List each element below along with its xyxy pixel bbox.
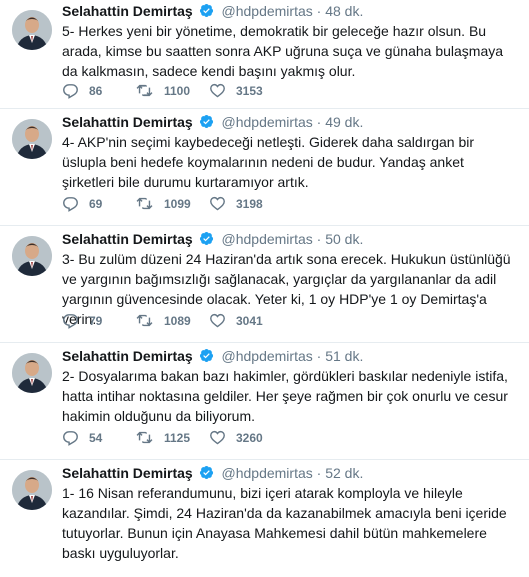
author-handle[interactable]: @hdpdemirtas xyxy=(222,465,313,481)
like-count: 3198 xyxy=(236,196,263,211)
tweet-header: Selahattin Demirtaş @hdpdemirtas · 52 dk… xyxy=(62,464,363,484)
separator-dot: · xyxy=(316,3,322,19)
retweet-button[interactable]: 1125 xyxy=(135,429,209,446)
retweet-icon xyxy=(136,431,153,444)
timestamp[interactable]: 51 dk. xyxy=(325,348,363,364)
tweet-text: 1- 16 Nisan referandumunu, bizi içeri at… xyxy=(62,485,507,561)
reply-count: 54 xyxy=(89,430,103,445)
tweet-item[interactable]: Selahattin Demirtaş @hdpdemirtas · 52 dk… xyxy=(0,460,529,577)
like-icon xyxy=(210,430,225,445)
timestamp[interactable]: 48 dk. xyxy=(325,3,363,19)
retweet-button[interactable]: 1100 xyxy=(135,82,209,99)
author-name[interactable]: Selahattin Demirtaş xyxy=(62,231,193,247)
reply-count: 86 xyxy=(89,83,103,98)
verified-badge-icon xyxy=(199,465,214,484)
like-button[interactable]: 3198 xyxy=(209,195,309,212)
tweet-item[interactable]: Selahattin Demirtaş @hdpdemirtas · 50 dk… xyxy=(0,226,529,343)
tweet-text: 5- Herkes yeni bir yönetime, demokratik … xyxy=(62,23,504,79)
separator-dot: · xyxy=(316,231,322,247)
like-icon xyxy=(210,196,225,211)
retweet-count: 1099 xyxy=(164,196,191,211)
reply-count: 69 xyxy=(89,196,103,211)
tweet-actions: 86 1100 3153 xyxy=(62,82,309,99)
retweet-icon xyxy=(136,84,153,97)
avatar[interactable] xyxy=(12,236,52,276)
reply-icon xyxy=(63,431,78,446)
tweet-timeline: Selahattin Demirtaş @hdpdemirtas · 48 dk… xyxy=(0,0,529,577)
timestamp[interactable]: 52 dk. xyxy=(325,465,363,481)
reply-button[interactable]: 79 xyxy=(62,312,135,329)
retweet-count: 1125 xyxy=(164,430,191,445)
separator-dot: · xyxy=(316,465,322,481)
author-name[interactable]: Selahattin Demirtaş xyxy=(62,114,193,130)
author-handle[interactable]: @hdpdemirtas xyxy=(222,114,313,130)
tweet-text: 4- AKP'nin seçimi kaybedeceği netleşti. … xyxy=(62,134,475,190)
tweet-text: 2- Dosyalarıma bakan bazı hakimler, görd… xyxy=(62,368,508,424)
like-count: 3260 xyxy=(236,430,263,445)
timestamp[interactable]: 50 dk. xyxy=(325,231,363,247)
retweet-icon xyxy=(136,314,153,327)
tweet-header: Selahattin Demirtaş @hdpdemirtas · 51 dk… xyxy=(62,347,363,367)
tweet-item[interactable]: Selahattin Demirtaş @hdpdemirtas · 48 dk… xyxy=(0,0,529,109)
timestamp[interactable]: 49 dk. xyxy=(325,114,363,130)
like-count: 3153 xyxy=(236,83,263,98)
like-icon xyxy=(210,313,225,328)
reply-button[interactable]: 86 xyxy=(62,82,135,99)
tweet-header: Selahattin Demirtaş @hdpdemirtas · 49 dk… xyxy=(62,113,363,133)
reply-button[interactable]: 54 xyxy=(62,429,135,446)
avatar[interactable] xyxy=(12,470,52,510)
reply-button[interactable]: 69 xyxy=(62,195,135,212)
tweet-header: Selahattin Demirtaş @hdpdemirtas · 48 dk… xyxy=(62,2,363,22)
tweet-actions: 69 1099 3198 xyxy=(62,195,309,212)
verified-badge-icon xyxy=(199,231,214,250)
tweet-actions: 79 1089 3041 xyxy=(62,312,309,329)
verified-badge-icon xyxy=(199,348,214,367)
retweet-button[interactable]: 1089 xyxy=(135,312,209,329)
author-handle[interactable]: @hdpdemirtas xyxy=(222,348,313,364)
author-name[interactable]: Selahattin Demirtaş xyxy=(62,348,193,364)
retweet-count: 1100 xyxy=(164,83,191,98)
reply-icon xyxy=(63,314,78,329)
author-name[interactable]: Selahattin Demirtaş xyxy=(62,3,193,19)
verified-badge-icon xyxy=(199,3,214,22)
tweet-item[interactable]: Selahattin Demirtaş @hdpdemirtas · 49 dk… xyxy=(0,109,529,226)
separator-dot: · xyxy=(316,114,322,130)
reply-icon xyxy=(63,84,78,99)
retweet-icon xyxy=(136,197,153,210)
like-button[interactable]: 3153 xyxy=(209,82,309,99)
tweet-header: Selahattin Demirtaş @hdpdemirtas · 50 dk… xyxy=(62,230,363,250)
author-handle[interactable]: @hdpdemirtas xyxy=(222,231,313,247)
like-button[interactable]: 3260 xyxy=(209,429,309,446)
avatar[interactable] xyxy=(12,119,52,159)
like-count: 3041 xyxy=(236,313,263,328)
reply-icon xyxy=(63,197,78,212)
verified-badge-icon xyxy=(199,114,214,133)
avatar[interactable] xyxy=(12,10,52,50)
tweet-item[interactable]: Selahattin Demirtaş @hdpdemirtas · 51 dk… xyxy=(0,343,529,460)
tweet-actions: 54 1125 3260 xyxy=(62,429,309,446)
like-icon xyxy=(210,83,225,98)
like-button[interactable]: 3041 xyxy=(209,312,309,329)
author-name[interactable]: Selahattin Demirtaş xyxy=(62,465,193,481)
reply-count: 79 xyxy=(89,313,103,328)
retweet-button[interactable]: 1099 xyxy=(135,195,209,212)
separator-dot: · xyxy=(316,348,322,364)
retweet-count: 1089 xyxy=(164,313,191,328)
avatar[interactable] xyxy=(12,353,52,393)
author-handle[interactable]: @hdpdemirtas xyxy=(222,3,313,19)
